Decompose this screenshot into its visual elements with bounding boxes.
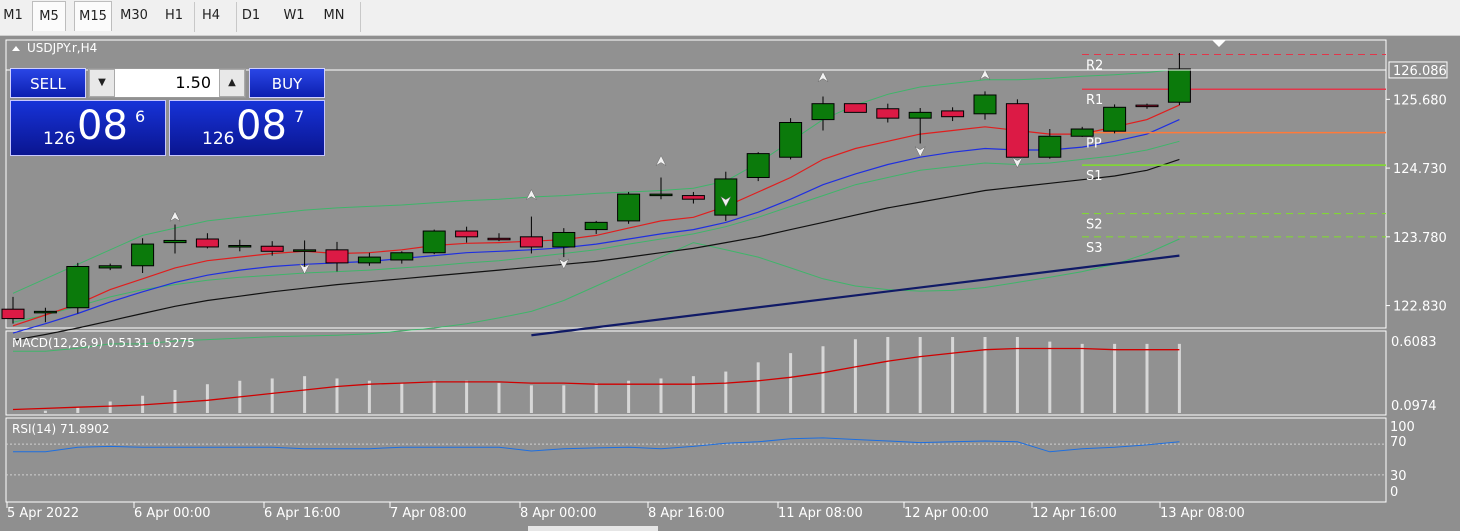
bullish-candle[interactable]	[1103, 106, 1127, 132]
chart-window[interactable]: USDJPY.r,H4 R2 R1 PP S1 S2 S3 126.086 125.680 124…	[0, 36, 1460, 531]
timeframe-m1[interactable]: M1	[0, 1, 26, 31]
price-axis-label: 123.780	[1393, 231, 1447, 246]
bullish-candle[interactable]	[390, 252, 414, 261]
bullish-candle[interactable]	[746, 153, 770, 178]
time-axis-label: 6 Apr 00:00	[134, 506, 211, 521]
bullish-candle[interactable]	[1038, 135, 1062, 158]
time-axis-label: 12 Apr 00:00	[904, 506, 989, 521]
pivot-label-s1: S1	[1086, 169, 1103, 184]
bullish-candle[interactable]	[66, 265, 90, 309]
rsi-panel	[5, 417, 1387, 503]
current-price-tag-label: 126.086	[1393, 64, 1447, 79]
ask-price-fraction: 7	[294, 107, 305, 126]
lot-size-value[interactable]: 1.50	[175, 73, 211, 92]
bullish-candle[interactable]	[422, 230, 446, 254]
bullish-candle[interactable]	[584, 221, 608, 231]
time-axis-label: 11 Apr 08:00	[778, 506, 863, 521]
buy-button[interactable]: BUY	[249, 68, 325, 98]
one-click-trading-panel: SELL ▼ 1.50 ▲ BUY 126 08 6 126 08 7	[10, 68, 325, 156]
pivot-label-pp: PP	[1086, 137, 1102, 152]
bid-price-box[interactable]: 126 08 6	[10, 100, 166, 156]
ask-price-big-figure: 126	[202, 129, 235, 149]
bullish-candle[interactable]	[357, 256, 381, 264]
rsi-label: RSI(14) 71.8902	[12, 422, 110, 436]
bullish-candle[interactable]	[973, 94, 997, 115]
timeframe-w1[interactable]: W1	[276, 1, 312, 31]
price-axis-label: 125.680	[1393, 93, 1447, 108]
bearish-candle[interactable]	[1005, 103, 1029, 158]
bearish-candle[interactable]	[487, 237, 511, 241]
timeframe-m15[interactable]: M15	[74, 1, 112, 31]
bullish-candle[interactable]	[811, 103, 835, 121]
bullish-candle[interactable]	[293, 249, 317, 252]
bullish-candle[interactable]	[649, 193, 673, 197]
ask-price-box[interactable]: 126 08 7	[169, 100, 325, 156]
bullish-candle[interactable]	[228, 245, 252, 248]
time-axis-label: 7 Apr 08:00	[390, 506, 467, 521]
timeframe-d1[interactable]: D1	[232, 1, 270, 31]
bearish-candle[interactable]	[1135, 104, 1159, 108]
lot-size-field[interactable]: ▼ 1.50 ▲	[88, 68, 246, 98]
bearish-candle[interactable]	[519, 236, 543, 248]
sell-button[interactable]: SELL	[10, 68, 86, 98]
rsi-axis-label-0: 0	[1390, 485, 1398, 500]
bearish-candle[interactable]	[260, 245, 284, 252]
macd-axis-label-bottom: 0.0974	[1391, 399, 1437, 414]
price-axis-label: 122.830	[1393, 300, 1447, 315]
timeframe-h1[interactable]: H1	[158, 1, 190, 31]
rsi-axis-label-100: 100	[1390, 420, 1415, 435]
bullish-candle[interactable]	[779, 121, 803, 158]
lot-increase-icon[interactable]: ▲	[219, 69, 245, 97]
timeframe-toolbar: M1 M5 M15 M30 H1 H4 D1 W1 MN	[0, 0, 1460, 36]
pivot-label-r2: R2	[1086, 58, 1103, 73]
timeframe-h4[interactable]: H4	[196, 1, 226, 31]
macd-axis-label-top: 0.6083	[1391, 335, 1437, 350]
timeframe-m30[interactable]: M30	[116, 1, 152, 31]
bullish-candle[interactable]	[131, 243, 155, 267]
rsi-axis-label-30: 30	[1390, 469, 1407, 484]
bearish-candle[interactable]	[455, 230, 479, 238]
bullish-candle[interactable]	[908, 111, 932, 119]
timeframe-m5[interactable]: M5	[32, 1, 66, 31]
price-axis-label: 124.730	[1393, 162, 1447, 177]
bearish-candle[interactable]	[843, 103, 867, 113]
time-axis-label: 8 Apr 16:00	[648, 506, 725, 521]
bearish-candle[interactable]	[876, 108, 900, 119]
bid-price-big-figure: 126	[43, 129, 76, 149]
time-axis-label: 13 Apr 08:00	[1160, 506, 1245, 521]
rsi-axis-label-70: 70	[1390, 435, 1407, 450]
bullish-candle[interactable]	[163, 239, 187, 244]
bullish-candle[interactable]	[1167, 68, 1191, 103]
pivot-label-s2: S2	[1086, 218, 1103, 233]
toolbar-separator	[360, 2, 361, 32]
toolbar-separator	[236, 2, 237, 32]
time-axis-label: 8 Apr 00:00	[520, 506, 597, 521]
bearish-candle[interactable]	[1, 308, 25, 320]
chart-symbol-label: USDJPY.r,H4	[27, 41, 97, 55]
bearish-candle[interactable]	[941, 110, 965, 118]
bullish-candle[interactable]	[714, 178, 738, 216]
bullish-candle[interactable]	[98, 265, 122, 269]
pivot-label-s3: S3	[1086, 241, 1103, 256]
macd-label: MACD(12,26,9) 0.5131 0.5275	[12, 336, 195, 350]
timeframe-mn[interactable]: MN	[316, 1, 352, 31]
bullish-candle[interactable]	[552, 231, 576, 248]
bearish-candle[interactable]	[681, 195, 705, 200]
bullish-candle[interactable]	[1070, 128, 1094, 137]
bid-price-pips: 08	[77, 103, 128, 149]
bullish-candle[interactable]	[33, 310, 57, 314]
time-axis-label: 6 Apr 16:00	[264, 506, 341, 521]
horizontal-scrollbar[interactable]	[528, 526, 658, 531]
bearish-candle[interactable]	[195, 238, 219, 248]
bearish-candle[interactable]	[325, 249, 349, 264]
bullish-candle[interactable]	[617, 193, 641, 222]
time-axis-label: 12 Apr 16:00	[1032, 506, 1117, 521]
lot-decrease-icon[interactable]: ▼	[89, 69, 115, 97]
pivot-label-r1: R1	[1086, 93, 1103, 108]
toolbar-separator	[194, 2, 195, 32]
bid-price-fraction: 6	[135, 107, 146, 126]
time-axis-label: 5 Apr 2022	[7, 506, 79, 521]
ask-price-pips: 08	[236, 103, 287, 149]
